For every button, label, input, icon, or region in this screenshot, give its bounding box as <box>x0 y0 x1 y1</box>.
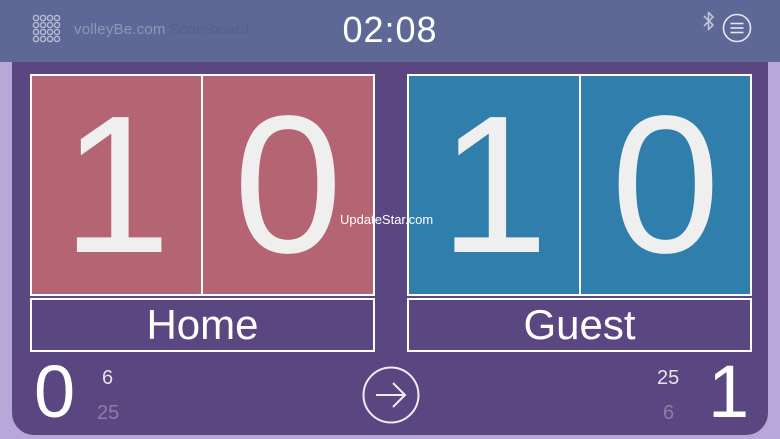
guest-team-label[interactable]: Guest <box>407 298 752 352</box>
home-score-units[interactable]: 0 <box>201 74 375 296</box>
guest-set-score-2: 6 <box>663 402 675 424</box>
guest-score-tens[interactable]: 1 <box>407 74 581 296</box>
brand-name: volleyBe.com <box>74 21 166 38</box>
grid-menu-button[interactable] <box>32 14 62 44</box>
menu-button[interactable] <box>722 13 752 43</box>
guest-sets-won[interactable]: 1 <box>708 355 749 429</box>
menu-icon <box>722 13 752 43</box>
next-set-button[interactable] <box>361 365 421 425</box>
guest-set-score-1: 25 <box>657 367 680 389</box>
home-team-label[interactable]: Home <box>30 298 375 352</box>
guest-score-units[interactable]: 0 <box>579 74 752 296</box>
arrow-right-circle-icon <box>362 366 420 424</box>
watermark-text: UpdateStar.com <box>340 212 434 227</box>
game-clock[interactable]: 02:08 <box>290 9 490 51</box>
home-set-score-1: 6 <box>102 367 114 389</box>
brand-link[interactable]: volleyBe.com Scoreboard <box>74 21 249 38</box>
home-sets-won[interactable]: 0 <box>34 355 75 429</box>
top-bar: volleyBe.com Scoreboard 02:08 <box>0 0 780 62</box>
bluetooth-icon <box>702 10 716 32</box>
grid-icon <box>32 14 61 43</box>
home-score-tens[interactable]: 1 <box>30 74 203 296</box>
home-set-score-2: 25 <box>97 402 120 424</box>
brand-subtitle: Scoreboard <box>169 21 250 38</box>
